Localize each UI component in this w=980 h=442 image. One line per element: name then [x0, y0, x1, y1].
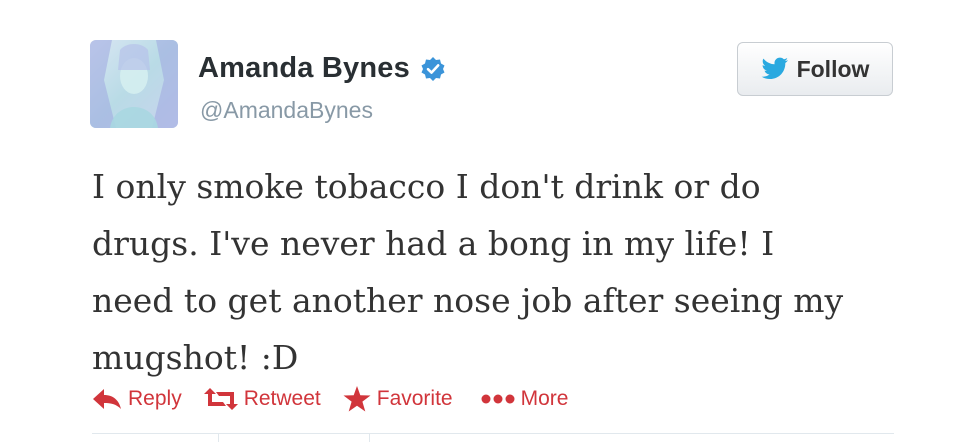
user-full-name[interactable]: Amanda Bynes [198, 52, 410, 85]
reply-arrow-icon [93, 389, 121, 409]
user-name-row: Amanda Bynes [198, 52, 446, 85]
reply-label: Reply [128, 387, 182, 410]
footer-divider [92, 433, 894, 434]
avatar[interactable] [90, 40, 178, 128]
tweet-actions: Reply Retweet Favorite More [92, 382, 590, 416]
reply-action[interactable]: Reply [92, 387, 182, 411]
tweet-text-line: drugs. I've never had a bong in my life!… [92, 224, 775, 263]
follow-button[interactable]: Follow [737, 42, 893, 96]
tweet-text-line: mugshot! :D [92, 338, 299, 377]
tweet-text-line: need to get another nose job after seein… [92, 281, 844, 320]
retweet-label: Retweet [243, 387, 321, 410]
footer-separator [369, 433, 370, 442]
twitter-bird-icon [761, 57, 788, 79]
tweet-card: Amanda Bynes @AmandaBynes Follow I only … [0, 0, 980, 442]
more-action[interactable]: More [481, 387, 569, 411]
favorite-label: Favorite [376, 387, 453, 410]
retweet-action[interactable]: Retweet [203, 387, 321, 411]
star-icon [343, 386, 371, 412]
tweet-text-line: I only smoke tobacco I don't drink or do [92, 167, 761, 206]
follow-button-label: Follow [796, 55, 870, 82]
more-label: More [520, 387, 569, 410]
tweet-text: I only smoke tobacco I don't drink or do… [92, 158, 922, 386]
retweet-icon [203, 388, 238, 410]
favorite-action[interactable]: Favorite [343, 386, 453, 412]
verified-badge-icon [420, 56, 446, 82]
user-handle[interactable]: @AmandaBynes [200, 97, 373, 124]
more-dots-icon [481, 394, 515, 404]
footer-separator [218, 433, 219, 442]
